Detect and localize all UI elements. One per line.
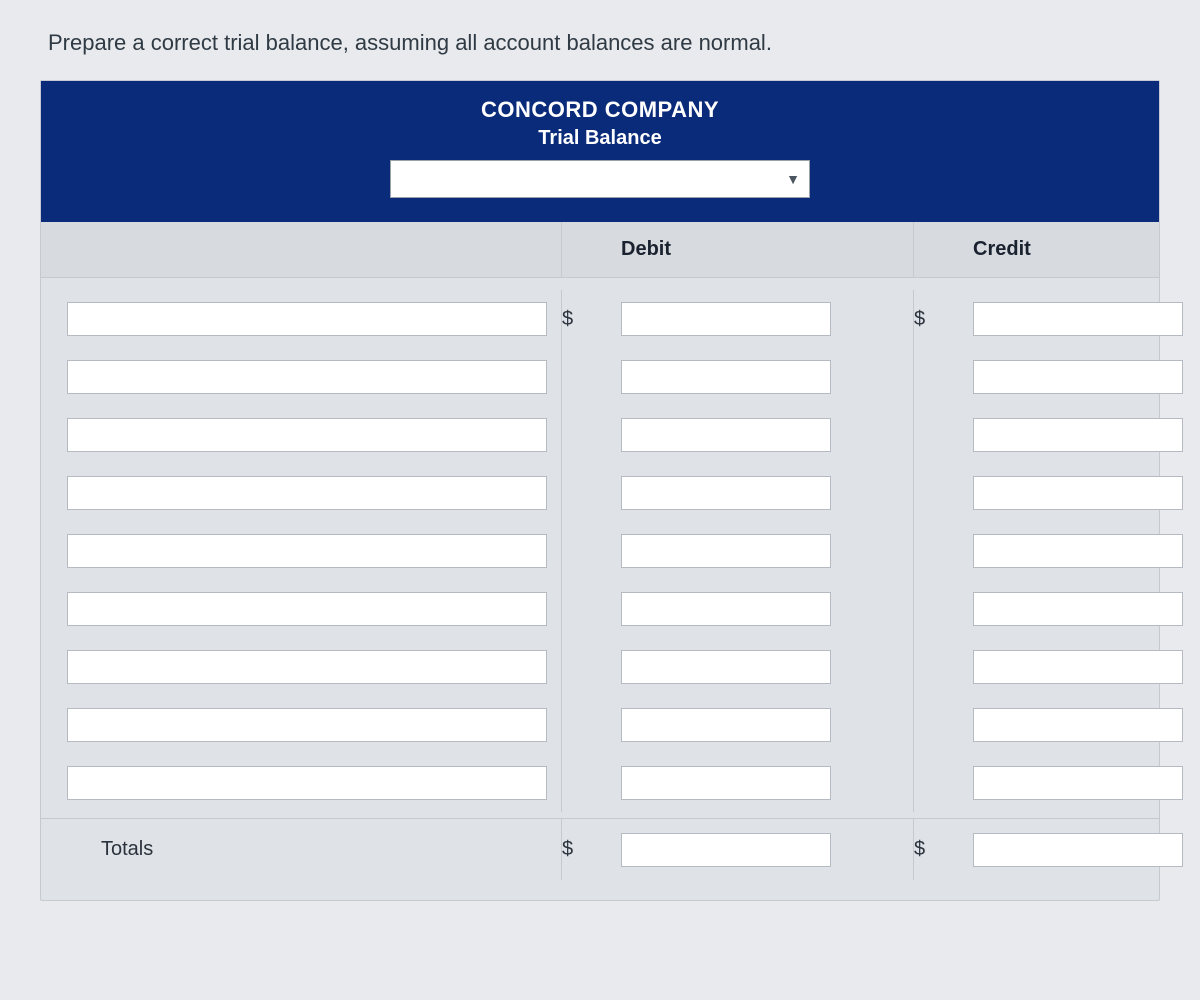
debit-input[interactable] [621,360,831,394]
date-select[interactable] [390,160,810,198]
debit-total-input[interactable] [621,833,831,867]
rows-container: $ $ [41,278,1159,812]
header-band: CONCORD COMPANY Trial Balance ▼ [41,81,1159,222]
dollar-sign: $ [913,819,973,880]
table-row [41,406,1159,464]
credit-input[interactable] [973,418,1183,452]
debit-input[interactable] [621,476,831,510]
credit-input[interactable] [973,708,1183,742]
table-row: $ $ [41,290,1159,348]
credit-input[interactable] [973,650,1183,684]
dollar-sign: $ [561,290,621,348]
table-row [41,464,1159,522]
instruction-text: Prepare a correct trial balance, assumin… [48,30,1160,56]
account-input[interactable] [67,650,547,684]
account-input[interactable] [67,360,547,394]
table-row [41,754,1159,812]
table-row [41,696,1159,754]
table-row [41,522,1159,580]
totals-row: Totals $ $ [41,818,1159,880]
page: Prepare a correct trial balance, assumin… [0,0,1200,901]
debit-input[interactable] [621,708,831,742]
date-select-wrap: ▼ [390,160,810,198]
credit-input[interactable] [973,302,1183,336]
debit-header: Debit [621,222,841,277]
credit-total-input[interactable] [973,833,1183,867]
credit-input[interactable] [973,360,1183,394]
account-input[interactable] [67,418,547,452]
account-input[interactable] [67,708,547,742]
debit-input[interactable] [621,766,831,800]
account-input[interactable] [67,592,547,626]
table-row [41,638,1159,696]
debit-input[interactable] [621,418,831,452]
debit-input[interactable] [621,592,831,626]
credit-input[interactable] [973,766,1183,800]
trial-balance-sheet: CONCORD COMPANY Trial Balance ▼ Debit Cr… [40,80,1160,901]
table-row [41,348,1159,406]
column-headers: Debit Credit [41,222,1159,278]
company-name: CONCORD COMPANY [41,97,1159,123]
debit-input[interactable] [621,650,831,684]
credit-input[interactable] [973,476,1183,510]
dollar-sign: $ [913,290,973,348]
account-input[interactable] [67,766,547,800]
credit-header: Credit [973,222,1193,277]
debit-input[interactable] [621,534,831,568]
report-title: Trial Balance [41,127,1159,150]
credit-input[interactable] [973,592,1183,626]
account-input[interactable] [67,534,547,568]
account-input[interactable] [67,302,547,336]
debit-input[interactable] [621,302,831,336]
dollar-sign: $ [561,819,621,880]
table-row [41,580,1159,638]
totals-label: Totals [41,819,561,880]
credit-input[interactable] [973,534,1183,568]
account-input[interactable] [67,476,547,510]
